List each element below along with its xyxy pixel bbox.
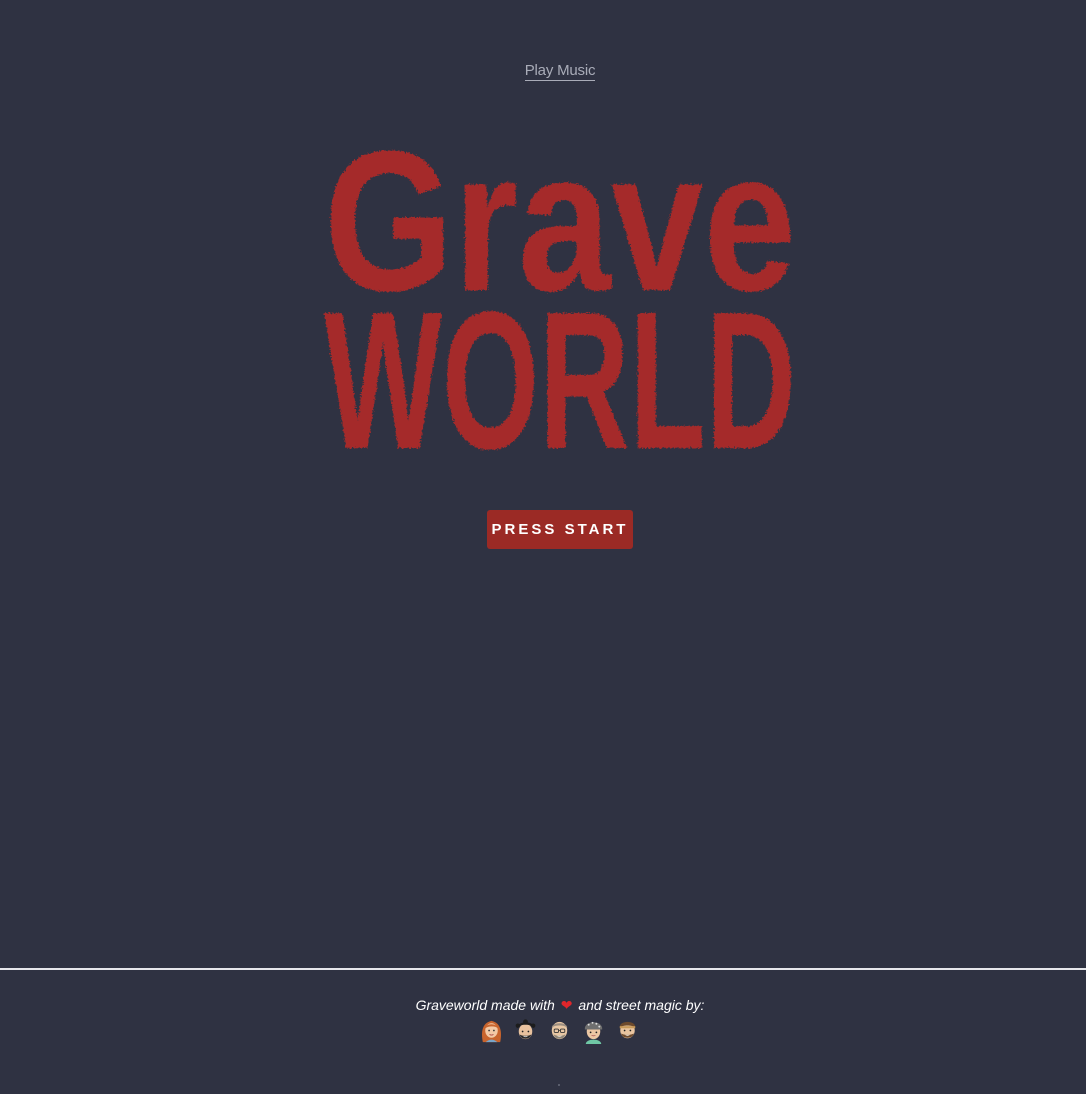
music-link-wrap: Play Music <box>0 62 1086 81</box>
page: Play Music Grave WORLD PRESS START Grave… <box>0 0 1086 1094</box>
curly-hair-avatar-icon[interactable] <box>512 1017 539 1044</box>
credits-avatars <box>478 1017 641 1045</box>
press-start-button[interactable]: PRESS START <box>487 510 633 549</box>
scroll-indicator-dot <box>558 1084 560 1086</box>
credits-line: Graveworld made with ❤ and street magic … <box>0 997 1086 1014</box>
woman-avatar-icon[interactable] <box>478 1017 505 1044</box>
heart-icon: ❤ <box>560 997 573 1013</box>
graveworld-logo: Grave WORLD <box>316 128 804 458</box>
logo-line-world: WORLD <box>324 271 796 458</box>
logo-graphic: Grave WORLD <box>324 128 796 458</box>
play-music-link[interactable]: Play Music <box>524 62 595 81</box>
credits-text-before: Graveworld made with <box>415 997 555 1013</box>
bearded-avatar-icon[interactable] <box>614 1017 641 1044</box>
glasses-avatar-icon[interactable] <box>546 1017 573 1044</box>
credits-text-after: and street magic by: <box>578 997 705 1013</box>
footer-divider <box>0 968 1086 970</box>
bandana-avatar-icon[interactable] <box>580 1017 607 1044</box>
